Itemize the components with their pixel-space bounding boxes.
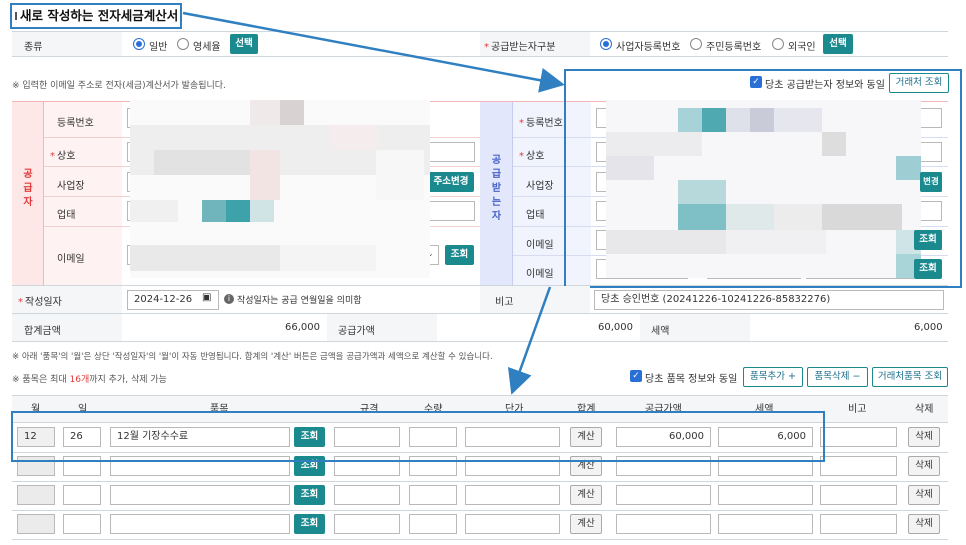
- annotation-arrows: [182, 11, 565, 395]
